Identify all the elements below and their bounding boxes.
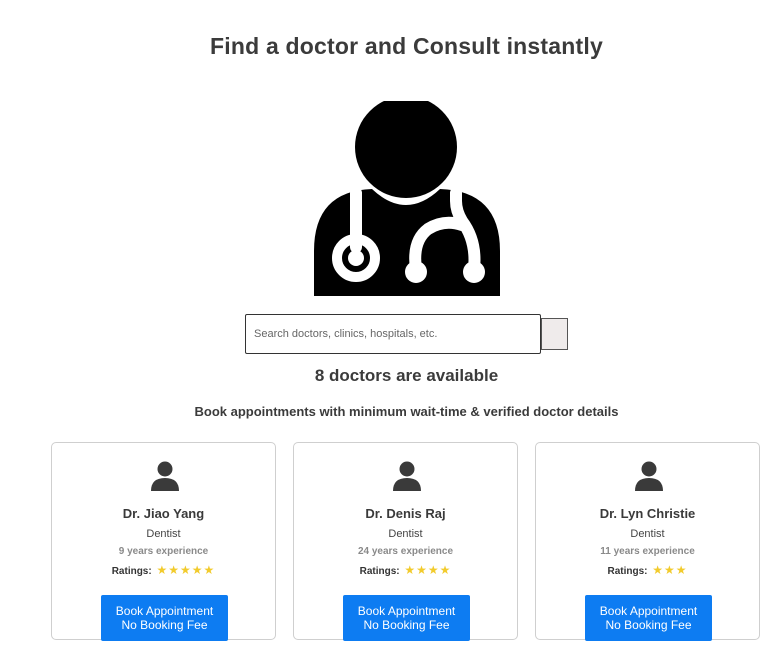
page-title: Find a doctor and Consult instantly	[210, 33, 603, 59]
search-bar	[245, 314, 568, 354]
doctor-name: Dr. Denis Raj	[365, 506, 446, 521]
star-rating-icon: ★★★★★	[156, 563, 216, 577]
book-button-label: Book Appointment	[357, 604, 456, 618]
doctor-card: Dr. Denis Raj Dentist 24 years experienc…	[293, 442, 518, 641]
star-rating-icon: ★★★★	[404, 563, 452, 577]
doctor-card: Dr. Lyn Christie Dentist 11 years experi…	[535, 442, 760, 641]
search-input[interactable]	[245, 314, 541, 354]
search-button[interactable]	[541, 318, 568, 350]
doctor-ratings: Ratings: ★★★★★	[52, 563, 275, 577]
doctor-stethoscope-icon	[314, 101, 500, 296]
user-icon	[151, 461, 179, 491]
book-appointment-button[interactable]: Book Appointment No Booking Fee	[101, 595, 228, 641]
booking-fee-label: No Booking Fee	[363, 618, 450, 632]
doctor-count: 8 doctors are available	[314, 366, 499, 385]
doctor-experience: 24 years experience	[357, 546, 454, 557]
doctor-experience: 9 years experience	[118, 546, 209, 557]
user-icon	[635, 461, 663, 491]
ratings-label: Ratings:	[111, 566, 152, 577]
doctor-ratings: Ratings: ★★★★	[294, 563, 517, 577]
page-subtitle: Book appointments with minimum wait-time…	[194, 404, 619, 419]
ratings-label: Ratings:	[359, 566, 400, 577]
doctor-specialty: Dentist	[388, 528, 423, 540]
doctor-card: Dr. Jiao Yang Dentist 9 years experience…	[51, 442, 276, 641]
doctor-ratings: Ratings: ★★★	[536, 563, 759, 577]
booking-fee-label: No Booking Fee	[121, 618, 208, 632]
doctor-specialty: Dentist	[630, 528, 665, 540]
book-appointment-button[interactable]: Book Appointment No Booking Fee	[343, 595, 470, 641]
book-appointment-button[interactable]: Book Appointment No Booking Fee	[585, 595, 712, 641]
doctor-experience: 11 years experience	[600, 546, 695, 557]
doctor-specialty: Dentist	[146, 528, 181, 540]
book-button-label: Book Appointment	[599, 604, 698, 618]
ratings-label: Ratings:	[607, 566, 648, 577]
doctor-name: Dr. Jiao Yang	[122, 506, 205, 521]
book-button-label: Book Appointment	[115, 604, 214, 618]
user-icon	[393, 461, 421, 491]
star-rating-icon: ★★★	[652, 563, 688, 577]
doctor-name: Dr. Lyn Christie	[599, 506, 696, 521]
booking-fee-label: No Booking Fee	[605, 618, 692, 632]
page: Find a doctor and Consult instantly 8 do…	[0, 0, 781, 655]
